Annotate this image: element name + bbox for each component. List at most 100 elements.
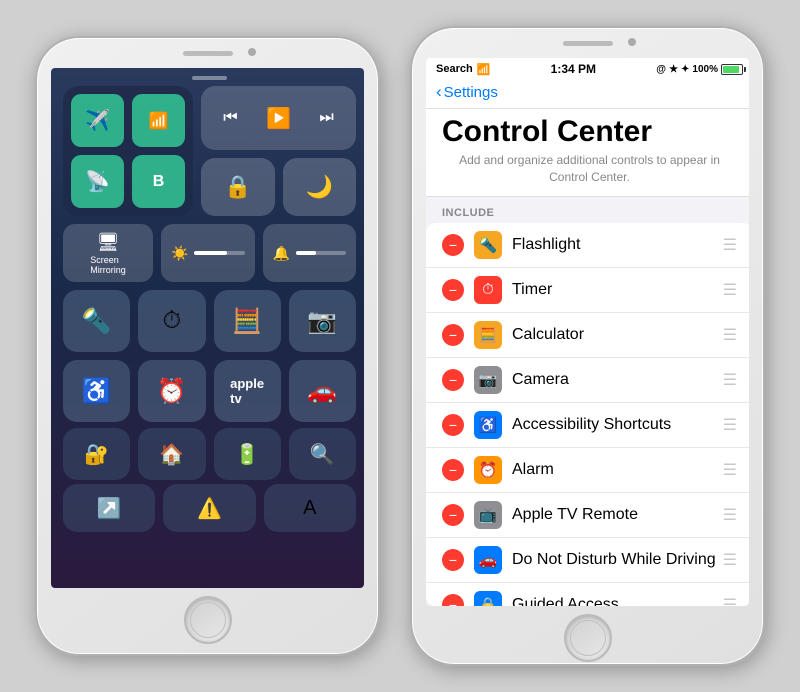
list-item[interactable]: −🧮Calculator☰	[426, 313, 749, 358]
bluetooth-btn[interactable]: B	[132, 155, 185, 208]
reorder-icon[interactable]: ☰	[723, 415, 737, 435]
nav-bar: ‹ Settings	[426, 78, 749, 109]
appletv-btn[interactable]: appletv	[214, 360, 281, 422]
reorder-icon[interactable]: ☰	[723, 505, 737, 525]
status-right: @ ★ ✦ 100%	[656, 64, 743, 75]
list-item[interactable]: −🚗Do Not Disturb While Driving☰	[426, 538, 749, 583]
item-icon: 🔒	[474, 591, 502, 606]
warn-btn[interactable]: ⚠️	[163, 484, 255, 532]
driving-btn[interactable]: 🚗	[289, 360, 356, 422]
reorder-icon[interactable]: ☰	[723, 325, 737, 345]
mirror-icon: 🖥	[97, 232, 120, 253]
remove-button[interactable]: −	[442, 549, 464, 571]
remove-button[interactable]: −	[442, 594, 464, 606]
at-icon: @	[656, 64, 666, 75]
search-btn[interactable]: 🔍	[289, 428, 356, 480]
screen-mirror-btn[interactable]: 🖥 ScreenMirroring	[63, 224, 153, 282]
home-button-right[interactable]	[564, 614, 612, 662]
reorder-icon[interactable]: ☰	[723, 235, 737, 255]
reorder-icon[interactable]: ☰	[723, 370, 737, 390]
control-center-screen: ✈️ 📶 📡 B ⏮ ▶️ ⏭ 🔒 🌙	[51, 68, 364, 588]
list-item[interactable]: −📷Camera☰	[426, 358, 749, 403]
item-icon: ⏱	[474, 276, 502, 304]
section-header: INCLUDE	[426, 197, 749, 223]
back-chevron-icon: ‹	[436, 82, 442, 102]
remove-button[interactable]: −	[442, 324, 464, 346]
cc-background: ✈️ 📶 📡 B ⏮ ▶️ ⏭ 🔒 🌙	[51, 68, 364, 588]
reorder-icon[interactable]: ☰	[723, 460, 737, 480]
network-box: ✈️ 📶 📡 B	[63, 86, 193, 216]
home-button-inner-right	[570, 620, 606, 656]
share-btn[interactable]: ↗️	[63, 484, 155, 532]
item-label: Guided Access	[512, 596, 723, 606]
text-btn[interactable]: A	[264, 484, 356, 532]
back-label: Settings	[444, 84, 498, 101]
remove-button[interactable]: −	[442, 504, 464, 526]
item-icon: ⏰	[474, 456, 502, 484]
item-label: Alarm	[512, 461, 723, 479]
remove-button[interactable]: −	[442, 369, 464, 391]
item-icon: ♿	[474, 411, 502, 439]
list-item[interactable]: −⏰ Alarm☰	[426, 448, 749, 493]
remove-button[interactable]: −	[442, 279, 464, 301]
item-label: Accessibility Shortcuts	[512, 416, 723, 434]
list-item[interactable]: −♿ Accessibility Shortcuts☰	[426, 403, 749, 448]
home-button-left[interactable]	[184, 596, 232, 644]
lock-btn[interactable]: 🔐	[63, 428, 130, 480]
camera-left	[248, 48, 256, 56]
prev-icon[interactable]: ⏮	[223, 109, 237, 127]
home-btn-cc[interactable]: 🏠	[138, 428, 205, 480]
airplane-btn[interactable]: ✈️	[71, 94, 124, 147]
timer-btn[interactable]: ⏱	[138, 290, 205, 352]
reorder-icon[interactable]: ☰	[723, 595, 737, 606]
top-bar-left	[37, 38, 378, 68]
night-mode-btn[interactable]: 🌙	[283, 158, 357, 216]
reorder-icon[interactable]: ☰	[723, 280, 737, 300]
top-bar-right	[412, 28, 763, 58]
status-left: Search 📶	[436, 63, 490, 76]
calculator-btn[interactable]: 🧮	[214, 290, 281, 352]
list-item[interactable]: −🔦Flashlight☰	[426, 223, 749, 268]
brightness-fill	[194, 251, 227, 255]
accessibility-btn[interactable]: ♿	[63, 360, 130, 422]
cc-extra-row: ↗️ ⚠️ A	[51, 484, 364, 532]
page-subtitle: Add and organize additional controls to …	[442, 152, 737, 186]
list-item[interactable]: −⏱Timer☰	[426, 268, 749, 313]
left-iphone: ✈️ 📶 📡 B ⏮ ▶️ ⏭ 🔒 🌙	[35, 36, 380, 656]
reorder-icon[interactable]: ☰	[723, 550, 737, 570]
flashlight-btn[interactable]: 🔦	[63, 290, 130, 352]
speaker-right	[563, 41, 613, 46]
cc-sliders-row: 🖥 ScreenMirroring ☀️ 🔔	[63, 224, 356, 282]
list-item[interactable]: −🔒 Guided Access☰	[426, 583, 749, 606]
right-top-col: ⏮ ▶️ ⏭ 🔒 🌙	[201, 86, 356, 216]
orientation-lock-btn[interactable]: 🔒	[201, 158, 275, 216]
cc-apps-row1: 🔦 ⏱ 🧮 📷	[63, 290, 356, 352]
next-icon[interactable]: ⏭	[319, 109, 333, 127]
brightness-slider[interactable]: ☀️	[161, 224, 255, 282]
remove-button[interactable]: −	[442, 414, 464, 436]
list-item[interactable]: −📺Apple TV Remote☰	[426, 493, 749, 538]
item-icon: 🔦	[474, 231, 502, 259]
remove-button[interactable]: −	[442, 234, 464, 256]
speaker-left	[183, 51, 233, 56]
audio-controls: ⏮ ▶️ ⏭	[201, 86, 356, 150]
settings-screen-wrapper: Search 📶 1:34 PM @ ★ ✦ 100% ‹	[426, 58, 749, 606]
play-icon[interactable]: ▶️	[266, 106, 291, 131]
battery-percent: 100%	[692, 64, 718, 75]
star-icon: ★	[669, 64, 678, 75]
volume-track	[296, 251, 346, 255]
wifi-btn[interactable]: 📡	[71, 155, 124, 208]
battery-fill	[723, 66, 739, 73]
page-header: Control Center Add and organize addition…	[426, 109, 749, 197]
mirror-label: ScreenMirroring	[90, 255, 126, 275]
alarm-btn[interactable]: ⏰	[138, 360, 205, 422]
camera-btn[interactable]: 📷	[289, 290, 356, 352]
cellular-btn[interactable]: 📶	[132, 94, 185, 147]
camera-right	[628, 38, 636, 46]
cc-top-row: ✈️ 📶 📡 B ⏮ ▶️ ⏭ 🔒 🌙	[63, 86, 356, 216]
back-button[interactable]: ‹ Settings	[436, 82, 743, 102]
brightness-icon: ☀️	[171, 245, 188, 262]
battery-btn[interactable]: 🔋	[214, 428, 281, 480]
volume-slider[interactable]: 🔔	[263, 224, 357, 282]
remove-button[interactable]: −	[442, 459, 464, 481]
